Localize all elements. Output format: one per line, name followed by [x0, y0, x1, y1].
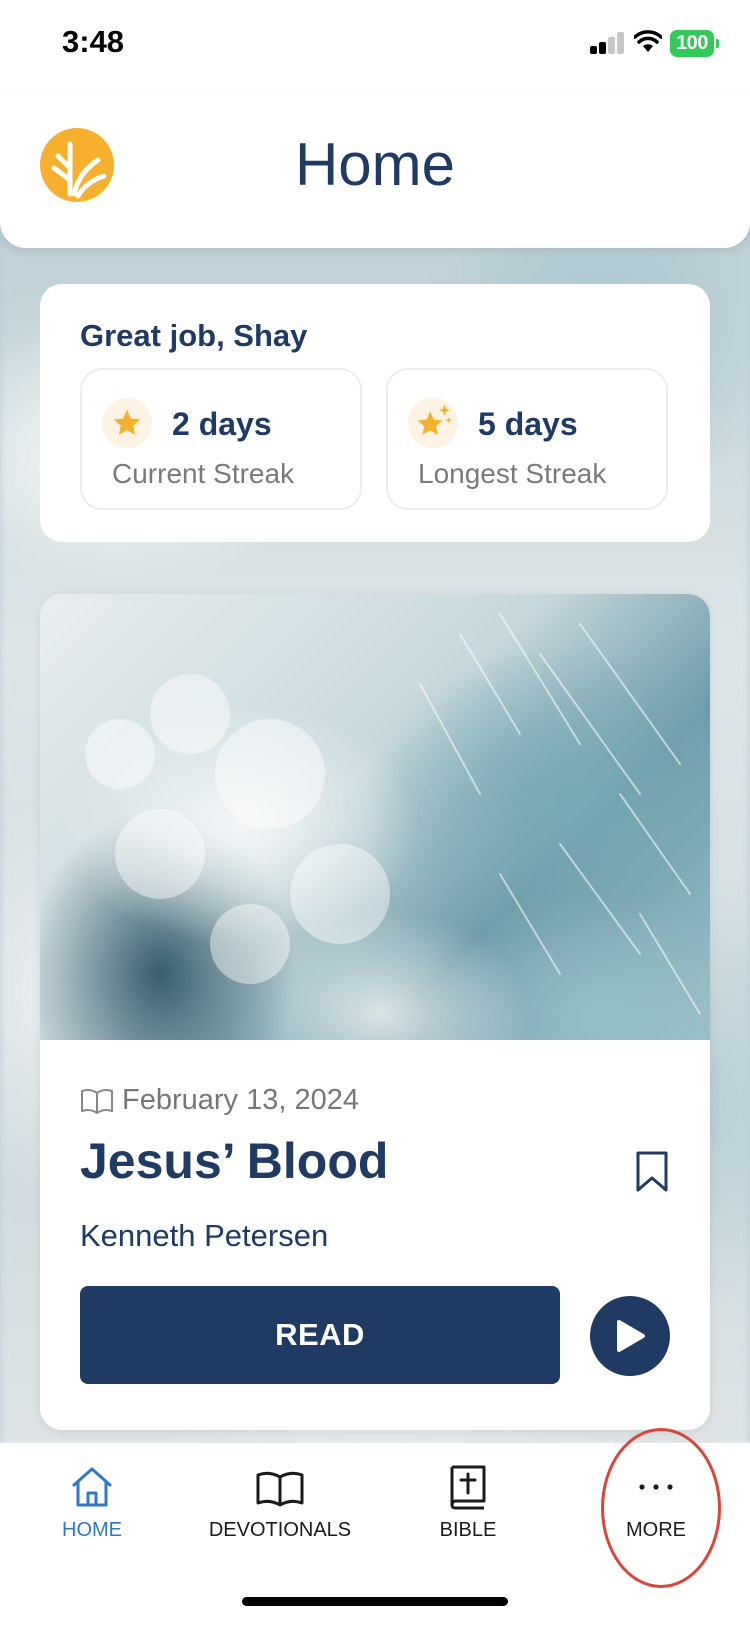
tab-home[interactable]: HOME [2, 1463, 182, 1542]
devotional-hero-image [40, 594, 710, 1040]
page-title: Home [294, 131, 456, 198]
devotional-date: February 13, 2024 [122, 1084, 359, 1116]
tab-bible[interactable]: BIBLE [378, 1463, 558, 1542]
read-button[interactable]: READ [80, 1286, 560, 1384]
devotional-date-row: February 13, 2024 [80, 1084, 359, 1117]
home-indicator [242, 1597, 508, 1606]
current-streak-label: Current Streak [112, 458, 295, 489]
tab-bible-label: BIBLE [439, 1519, 497, 1541]
tab-devotionals[interactable]: DEVOTIONALS [190, 1463, 370, 1542]
home-icon [72, 1467, 112, 1507]
more-icon [639, 1484, 673, 1490]
devotional-title[interactable]: Jesus’ Blood [80, 1132, 388, 1190]
current-streak-box: 2 days Current Streak [80, 368, 362, 510]
tab-more[interactable]: MORE [566, 1463, 746, 1542]
tab-devotionals-label: DEVOTIONALS [208, 1519, 352, 1541]
bookmark-icon[interactable] [634, 1150, 670, 1194]
status-bar: 3:48 100 [0, 0, 750, 90]
battery-indicator: 100 [670, 30, 719, 57]
longest-streak-box: 5 days Longest Streak [386, 368, 668, 510]
app-header: Home [0, 90, 750, 248]
longest-streak-label: Longest Streak [418, 458, 607, 489]
cellular-signal-icon [590, 32, 626, 54]
play-audio-button[interactable] [590, 1296, 670, 1376]
current-streak-value: 2 days [172, 406, 272, 442]
wifi-icon [634, 30, 662, 52]
status-time: 3:48 [62, 24, 125, 59]
book-icon [81, 1088, 113, 1114]
tab-home-label: HOME [62, 1519, 122, 1541]
battery-level: 100 [676, 32, 708, 54]
tab-more-label: MORE [626, 1519, 686, 1541]
play-icon [617, 1320, 645, 1352]
longest-streak-value: 5 days [478, 406, 578, 442]
bible-icon [450, 1465, 486, 1510]
devotional-card[interactable]: February 13, 2024 Jesus’ Blood Kenneth P… [40, 594, 710, 1430]
sparkle-star-icon [408, 398, 458, 448]
open-book-icon [256, 1471, 304, 1507]
streak-card: Great job, Shay 2 days Current Streak 5 … [40, 284, 710, 542]
greeting-text: Great job, Shay [80, 318, 308, 353]
star-icon [102, 398, 152, 448]
devotional-author: Kenneth Petersen [80, 1218, 329, 1253]
